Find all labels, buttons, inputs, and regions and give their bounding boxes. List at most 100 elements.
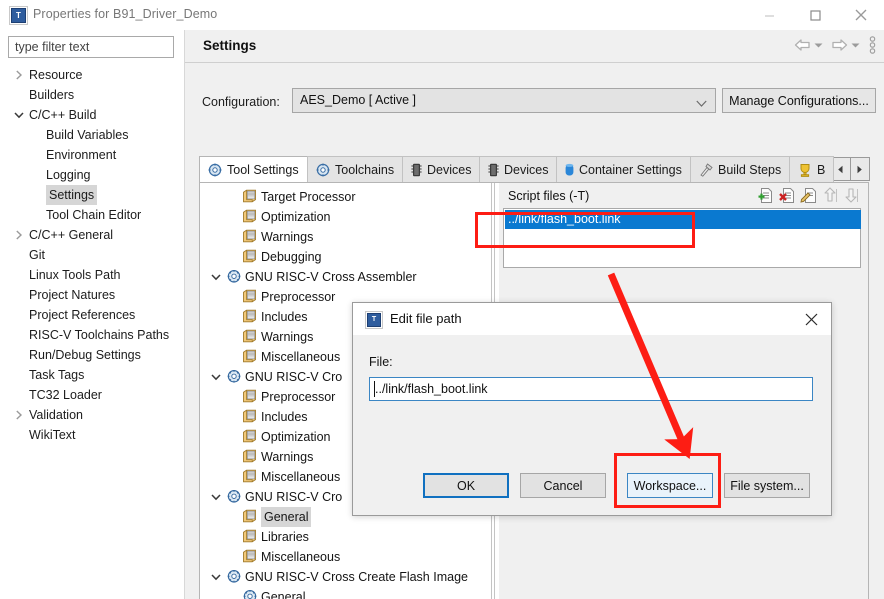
page-icon [242,249,258,265]
tab-toolchains[interactable]: Toolchains [307,156,404,183]
chevron-collapsed-icon[interactable] [10,225,28,245]
chevron-expanded-icon[interactable] [208,267,224,287]
sidebar-item-tool-chain-editor[interactable]: Tool Chain Editor [0,205,184,225]
sidebar-item-run-debug-settings[interactable]: Run/Debug Settings [0,345,184,365]
sidebar-item-linux-tools-path[interactable]: Linux Tools Path [0,265,184,285]
sidebar-item-c-c-general[interactable]: C/C++ General [0,225,184,245]
file-label: File: [369,355,393,369]
sidebar-item-label: Environment [46,148,117,162]
sidebar-item-tc32-loader[interactable]: TC32 Loader [0,385,184,405]
page-icon [242,529,258,545]
chevron-expanded-icon[interactable] [208,487,224,507]
forward-menu-chevron-down-icon[interactable] [851,42,860,49]
page-icon [242,209,258,225]
tool-tree-item[interactable]: GNU RISC-V Cross Create Flash Image [200,567,487,587]
chevron-collapsed-icon[interactable] [10,405,28,425]
tool-tree-item-label: General [261,590,306,599]
chevron-expanded-icon[interactable] [208,567,224,587]
move-down-icon[interactable] [843,187,859,207]
sidebar-item-label: Linux Tools Path [29,268,121,282]
tool-tree-item[interactable]: Debugging [200,247,487,267]
sidebar-item-settings[interactable]: Settings [0,185,184,205]
tool-tree-item-label: Miscellaneous [261,470,341,484]
gear-tool-icon [208,163,222,177]
file-system-button[interactable]: File system... [724,473,810,498]
search-input[interactable]: type filter text [8,36,174,58]
sidebar-item-logging[interactable]: Logging [0,165,184,185]
maximize-icon[interactable] [792,0,838,30]
close-icon[interactable] [801,310,821,328]
tool-tree-item[interactable]: Libraries [200,527,487,547]
sidebar-item-task-tags[interactable]: Task Tags [0,365,184,385]
tab-devices-2[interactable]: Devices [479,156,558,183]
configuration-label: Configuration: [202,95,280,109]
sidebar-item-resource[interactable]: Resource [0,65,184,85]
tool-tree-item-label: Preprocessor [261,390,336,404]
tool-tree-item[interactable]: Warnings [200,227,487,247]
tool-icon [226,569,242,585]
sidebar-item-label: Git [29,248,45,262]
tab-label: Container Settings [579,163,682,177]
sidebar-item-build-variables[interactable]: Build Variables [0,125,184,145]
chevron-expanded-icon[interactable] [10,105,28,125]
sidebar-item-project-natures[interactable]: Project Natures [0,285,184,305]
forward-arrow-icon[interactable] [831,38,848,52]
sidebar-item-label: Task Tags [29,368,85,382]
chevron-collapsed-icon[interactable] [10,65,28,85]
sidebar-item-builders[interactable]: Builders [0,85,184,105]
manage-configurations-button[interactable]: Manage Configurations... [722,88,876,113]
edit-file-icon[interactable] [800,187,817,207]
tool-tree-item[interactable]: Target Processor [200,187,487,207]
tool-tree-item[interactable]: General [200,587,487,599]
sidebar-item-environment[interactable]: Environment [0,145,184,165]
tool-tree-item-label: Debugging [261,250,322,264]
view-menu-icon[interactable] [869,36,876,54]
preference-tree-panel: type filter text Resource Builders C/C++ B… [0,30,185,599]
tab-tool-settings[interactable]: Tool Settings [199,156,308,183]
tab-label: Devices [427,163,472,177]
tab-b[interactable]: B [789,156,835,183]
sidebar-item-c-c-build[interactable]: C/C++ Build [0,105,184,125]
minimize-icon[interactable] [746,0,792,30]
sidebar-item-validation[interactable]: Validation [0,405,184,425]
file-path-input[interactable]: ../link/flash_boot.link [369,377,813,401]
tab-devices[interactable]: Devices [402,156,481,183]
tab-label: Devices [504,163,549,177]
build-steps-icon [699,163,713,177]
sidebar-item-label: C/C++ General [29,228,114,242]
back-menu-chevron-down-icon[interactable] [814,42,823,49]
tab-container-settings[interactable]: Container Settings [556,156,691,183]
window-title: Properties for B91_Driver_Demo [33,7,218,21]
tool-tree-item[interactable]: Optimization [200,207,487,227]
tool-tree-item[interactable]: GNU RISC-V Cross Assembler [200,267,487,287]
cancel-button[interactable]: Cancel [520,473,606,498]
dialog-button-row: OK Cancel Workspace... File system... [353,473,831,513]
tab-build-steps[interactable]: Build Steps [690,156,791,183]
ok-button[interactable]: OK [423,473,509,498]
close-icon[interactable] [838,0,884,30]
delete-file-icon[interactable] [778,187,795,207]
settings-header: Settings [185,30,884,63]
tool-tree-item-label: GNU RISC-V Cro [245,370,343,384]
tool-tree-item[interactable]: Miscellaneous [200,547,487,567]
back-arrow-icon[interactable] [794,38,811,52]
configuration-select[interactable]: AES_Demo [ Active ] [292,88,716,113]
scroll-right-icon[interactable] [851,158,870,180]
move-up-icon[interactable] [822,187,838,207]
add-file-icon[interactable] [756,187,773,207]
sidebar-item-git[interactable]: Git [0,245,184,265]
chevron-expanded-icon[interactable] [208,367,224,387]
sidebar-item-project-references[interactable]: Project References [0,305,184,325]
sidebar-item-risc-v-toolchains-paths[interactable]: RISC-V Toolchains Paths [0,325,184,345]
sidebar-item-wikitext[interactable]: WikiText [0,425,184,445]
